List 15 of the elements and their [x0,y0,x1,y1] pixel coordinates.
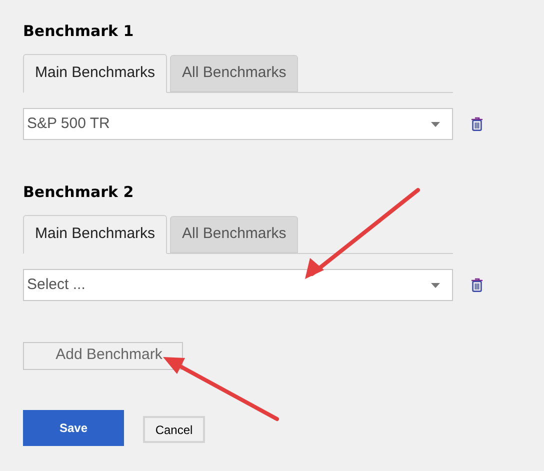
select-field[interactable]: Select ... [23,269,453,301]
save-button[interactable]: Save [23,410,124,446]
select-field[interactable]: S&P 500 TR [23,108,453,140]
tab[interactable]: All Benchmarks [170,216,298,253]
caret-icon [431,122,440,126]
section-title: Benchmark 1 [23,21,135,41]
trash-icon[interactable] [471,278,483,292]
tab[interactable]: Main Benchmarks [23,215,168,254]
tab[interactable]: Main Benchmarks [23,54,168,93]
cancel-button[interactable]: Cancel [143,416,205,443]
tab[interactable]: All Benchmarks [170,55,298,92]
add-benchmark-button[interactable]: Add Benchmark [23,342,183,370]
section-title: Benchmark 2 [23,182,135,202]
trash-icon[interactable] [471,117,483,131]
caret-icon [431,282,440,288]
